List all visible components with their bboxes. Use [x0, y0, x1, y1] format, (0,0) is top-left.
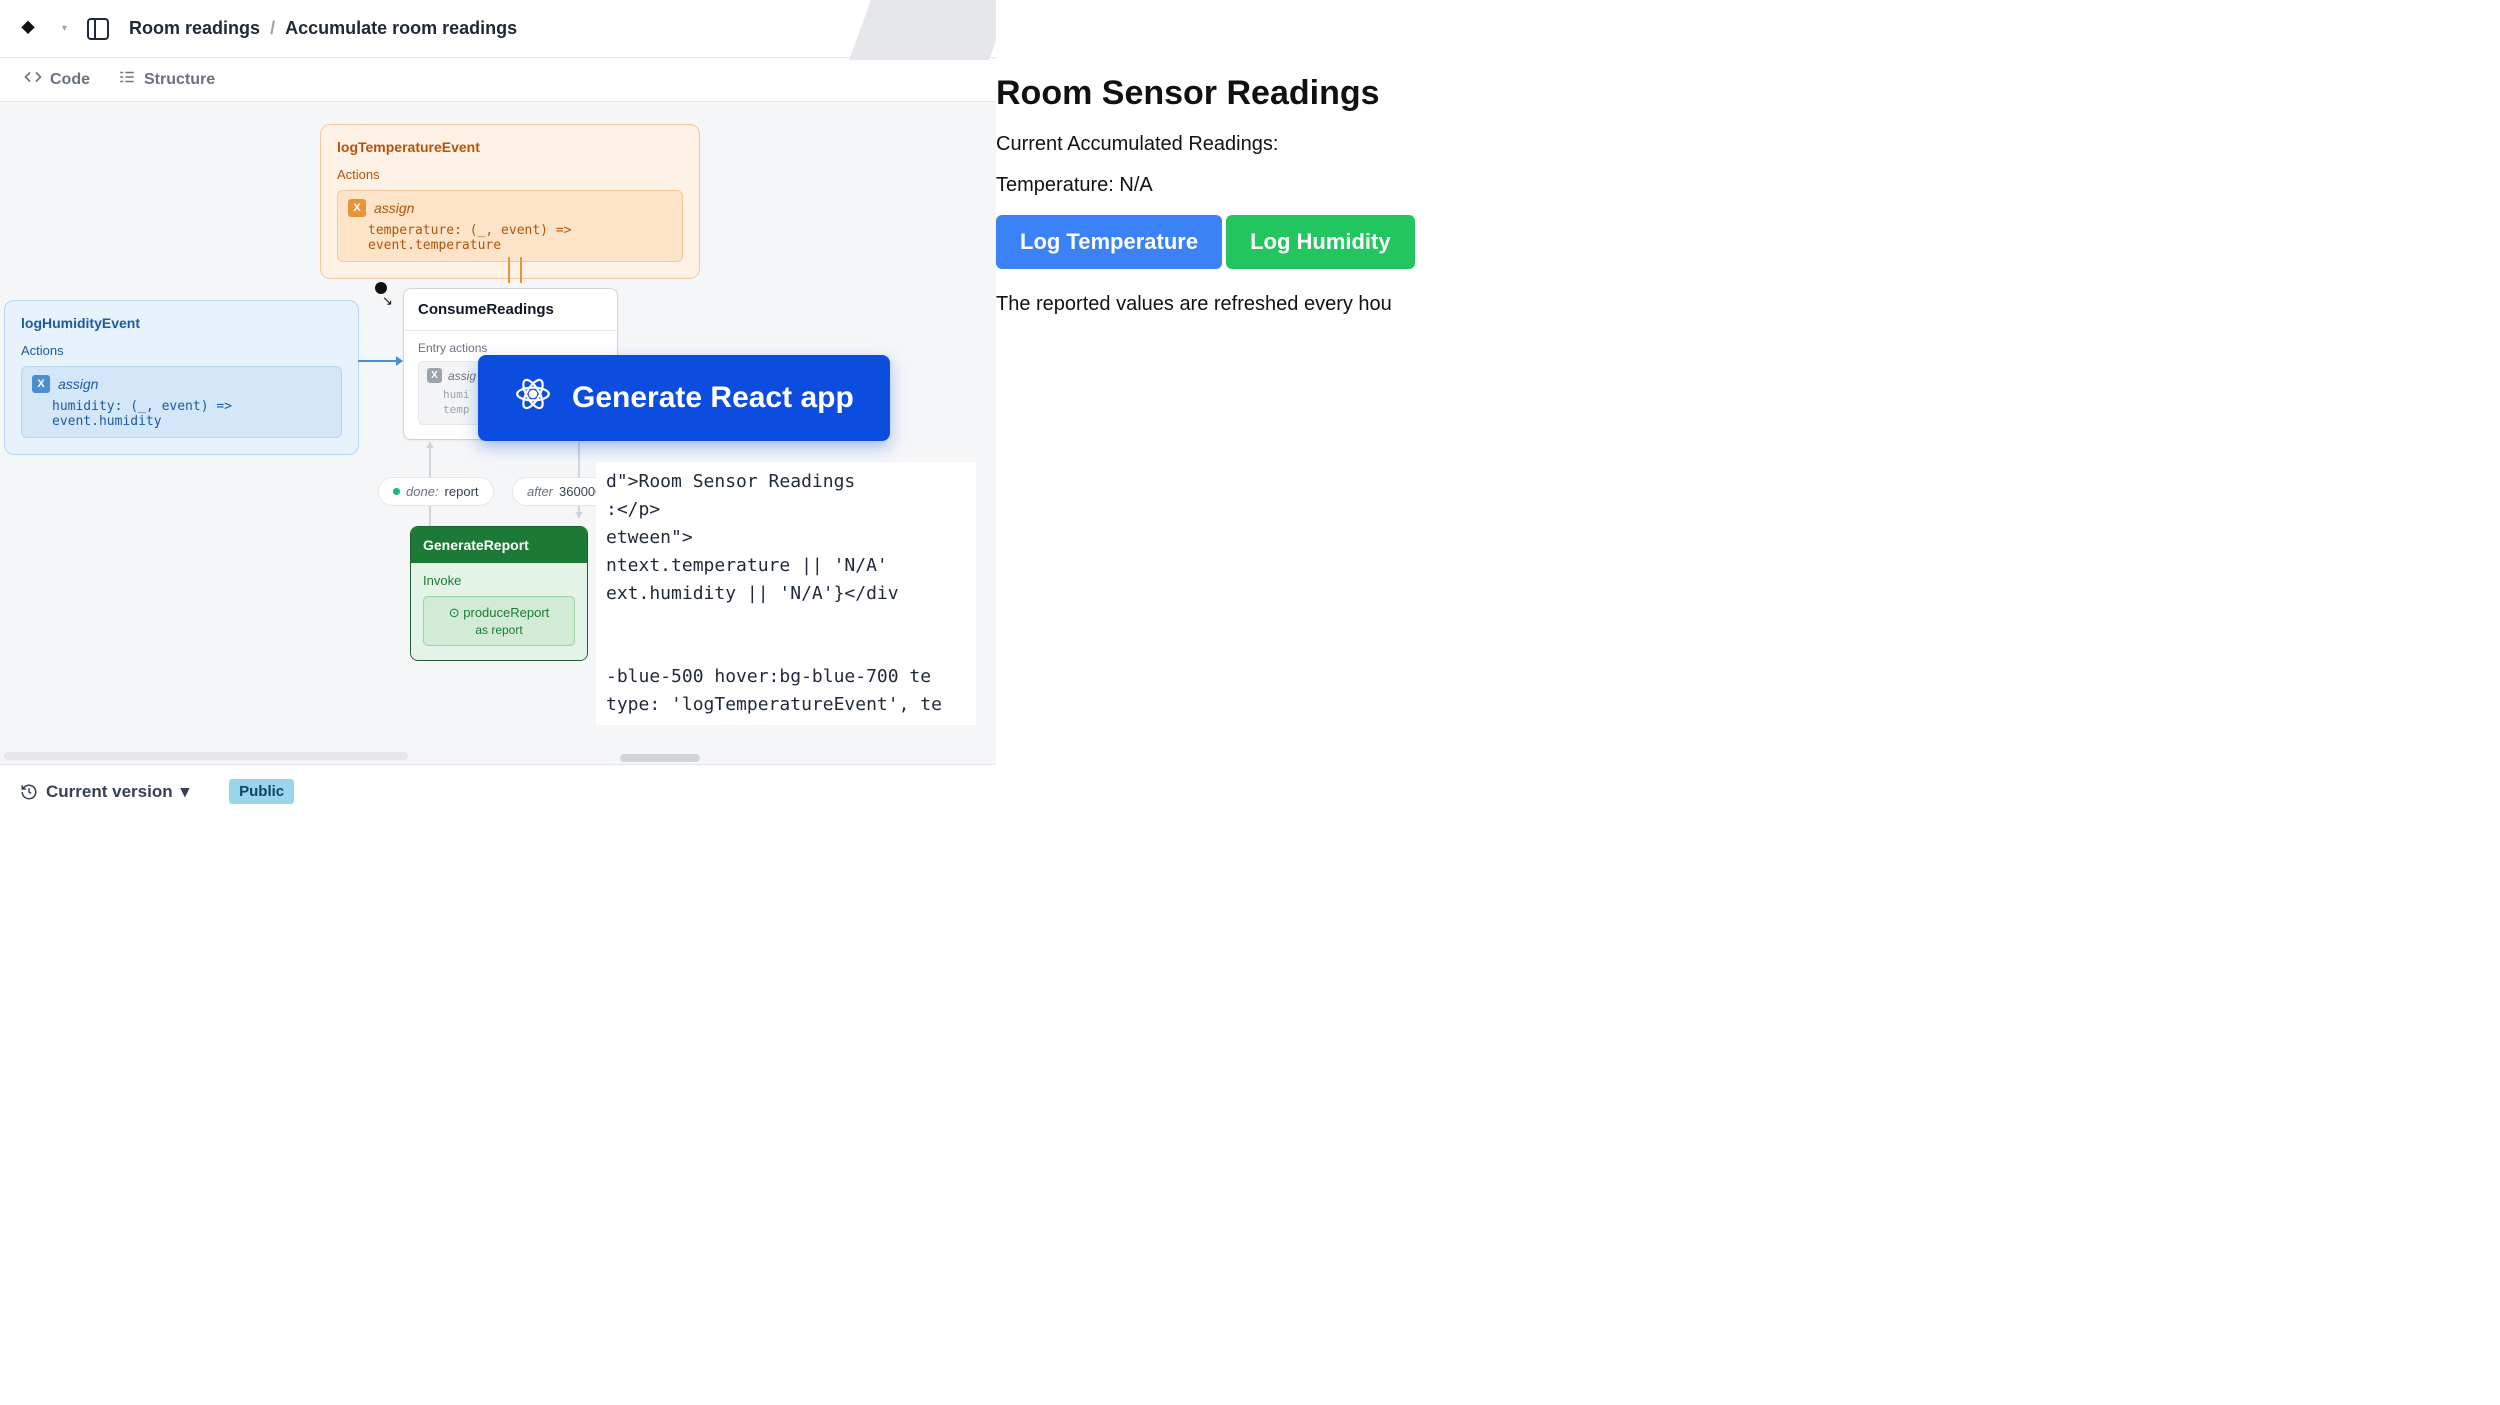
breadcrumb-page[interactable]: Accumulate room readings [285, 18, 517, 39]
invoke-label: Invoke [423, 573, 575, 588]
node-title: logHumidityEvent [21, 315, 342, 331]
code-preview-snippet: d">Room Sensor Readings :</p> etween"> n… [596, 462, 976, 725]
assign-action[interactable]: X assign humidity: (_, event) => event.h… [21, 366, 342, 438]
log-humidity-button[interactable]: Log Humidity [1226, 215, 1415, 269]
entry-actions-label: Entry actions [418, 341, 603, 355]
invoke-action[interactable]: ⊙ produceReport as report [423, 596, 575, 646]
log-temperature-button[interactable]: Log Temperature [996, 215, 1222, 269]
transition-arrow-icon [358, 360, 402, 362]
app-preview-panel: Room Sensor Readings Current Accumulated… [996, 0, 1456, 818]
tab-code[interactable]: Code [24, 68, 90, 91]
node-log-humidity-event[interactable]: logHumidityEvent Actions X assign humidi… [4, 300, 359, 455]
panel-toggle-icon[interactable] [87, 18, 109, 40]
play-icon: ⊙ [449, 605, 460, 620]
transition-arrow-icon [429, 442, 431, 478]
actions-label: Actions [21, 343, 342, 358]
node-title: ConsumeReadings [404, 289, 617, 331]
preview-note: The reported values are refreshed every … [996, 293, 1456, 316]
app-logo[interactable] [16, 17, 40, 41]
node-title: GenerateReport [411, 527, 587, 563]
preview-button-row: Log Temperature Log Humidity [996, 215, 1456, 269]
actions-label: Actions [337, 167, 683, 182]
xstate-icon: X [32, 375, 50, 393]
preview-subtitle: Current Accumulated Readings: [996, 133, 1456, 156]
xstate-icon: X [348, 199, 366, 217]
react-icon [514, 375, 552, 421]
xstate-icon: X [427, 368, 442, 383]
invoke-as: as report [434, 623, 564, 637]
breadcrumb: Room readings / Accumulate room readings [129, 18, 517, 39]
chevron-down-icon: ▾ [181, 782, 190, 802]
after-label: after [527, 484, 553, 499]
node-generate-report[interactable]: GenerateReport Invoke ⊙ produceReport as… [410, 526, 588, 661]
invoke-target: produceReport [463, 605, 549, 620]
tab-structure[interactable]: Structure [118, 68, 215, 91]
tab-structure-label: Structure [144, 71, 215, 89]
breadcrumb-separator: / [270, 18, 275, 39]
code-icon [24, 68, 42, 91]
transition-done[interactable]: done: report [378, 477, 494, 506]
preview-title: Room Sensor Readings [996, 74, 1456, 113]
visibility-badge[interactable]: Public [229, 779, 294, 804]
node-log-temperature-event[interactable]: logTemperatureEvent Actions X assign tem… [320, 124, 700, 279]
structure-icon [118, 68, 136, 91]
transition-arrow-icon [578, 442, 580, 478]
assign-label: assign [58, 376, 98, 392]
breadcrumb-project[interactable]: Room readings [129, 18, 260, 39]
transition-arrow-icon [504, 257, 528, 289]
assign-label: assign [374, 200, 414, 216]
logo-dropdown-icon[interactable]: ▾ [62, 23, 67, 34]
version-selector[interactable]: Current version ▾ [20, 782, 189, 802]
generate-button-label: Generate React app [572, 381, 854, 415]
version-label: Current version [46, 782, 173, 802]
initial-arrow-icon: ↘ [382, 293, 393, 309]
canvas-horizontal-scrollbar[interactable] [4, 750, 966, 762]
assign-action[interactable]: X assign temperature: (_, event) => even… [337, 190, 683, 262]
done-dot-icon [393, 488, 400, 495]
horizontal-scrollbar[interactable] [620, 754, 700, 762]
assign-code: temperature: (_, event) => event.tempera… [348, 223, 672, 253]
history-icon [20, 783, 38, 801]
assign-code: humidity: (_, event) => event.humidity [32, 399, 331, 429]
generate-react-app-button[interactable]: Generate React app [478, 355, 890, 441]
preview-temperature: Temperature: N/A [996, 174, 1456, 197]
done-target: report [445, 484, 479, 499]
tab-code-label: Code [50, 71, 90, 89]
done-label: done: [406, 484, 439, 499]
node-title: logTemperatureEvent [337, 139, 683, 155]
assign-label: assig [448, 369, 476, 383]
